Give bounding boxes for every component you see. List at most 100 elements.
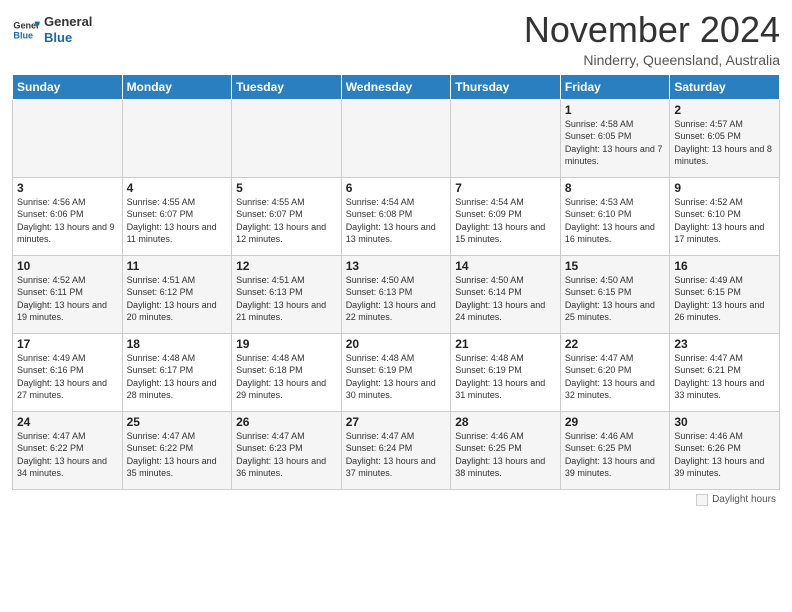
day-info: Sunrise: 4:47 AM Sunset: 6:20 PM Dayligh…: [565, 352, 666, 402]
day-number: 6: [346, 181, 447, 195]
calendar-week-2: 3Sunrise: 4:56 AM Sunset: 6:06 PM Daylig…: [13, 177, 780, 255]
day-number: 26: [236, 415, 337, 429]
day-number: 4: [127, 181, 228, 195]
logo-text-blue: Blue: [44, 30, 92, 46]
day-info: Sunrise: 4:47 AM Sunset: 6:22 PM Dayligh…: [127, 430, 228, 480]
weekday-header-row: Sunday Monday Tuesday Wednesday Thursday…: [13, 74, 780, 99]
day-info: Sunrise: 4:50 AM Sunset: 6:15 PM Dayligh…: [565, 274, 666, 324]
day-info: Sunrise: 4:47 AM Sunset: 6:22 PM Dayligh…: [17, 430, 118, 480]
day-number: 17: [17, 337, 118, 351]
day-number: 19: [236, 337, 337, 351]
calendar-body: 1Sunrise: 4:58 AM Sunset: 6:05 PM Daylig…: [13, 99, 780, 489]
day-info: Sunrise: 4:47 AM Sunset: 6:24 PM Dayligh…: [346, 430, 447, 480]
day-info: Sunrise: 4:46 AM Sunset: 6:25 PM Dayligh…: [565, 430, 666, 480]
day-number: 5: [236, 181, 337, 195]
calendar-cell: 23Sunrise: 4:47 AM Sunset: 6:21 PM Dayli…: [670, 333, 780, 411]
day-info: Sunrise: 4:52 AM Sunset: 6:11 PM Dayligh…: [17, 274, 118, 324]
day-number: 24: [17, 415, 118, 429]
day-info: Sunrise: 4:47 AM Sunset: 6:21 PM Dayligh…: [674, 352, 775, 402]
calendar-cell: [122, 99, 232, 177]
logo-icon: General Blue: [12, 16, 40, 44]
calendar-table: Sunday Monday Tuesday Wednesday Thursday…: [12, 74, 780, 490]
calendar-cell: 14Sunrise: 4:50 AM Sunset: 6:14 PM Dayli…: [451, 255, 561, 333]
calendar-cell: 16Sunrise: 4:49 AM Sunset: 6:15 PM Dayli…: [670, 255, 780, 333]
calendar-cell: 7Sunrise: 4:54 AM Sunset: 6:09 PM Daylig…: [451, 177, 561, 255]
day-info: Sunrise: 4:51 AM Sunset: 6:13 PM Dayligh…: [236, 274, 337, 324]
day-number: 7: [455, 181, 556, 195]
day-number: 8: [565, 181, 666, 195]
calendar-cell: 25Sunrise: 4:47 AM Sunset: 6:22 PM Dayli…: [122, 411, 232, 489]
calendar-cell: 3Sunrise: 4:56 AM Sunset: 6:06 PM Daylig…: [13, 177, 123, 255]
calendar-week-1: 1Sunrise: 4:58 AM Sunset: 6:05 PM Daylig…: [13, 99, 780, 177]
calendar-cell: 2Sunrise: 4:57 AM Sunset: 6:05 PM Daylig…: [670, 99, 780, 177]
day-number: 30: [674, 415, 775, 429]
day-info: Sunrise: 4:50 AM Sunset: 6:14 PM Dayligh…: [455, 274, 556, 324]
calendar-cell: 15Sunrise: 4:50 AM Sunset: 6:15 PM Dayli…: [560, 255, 670, 333]
calendar-cell: 13Sunrise: 4:50 AM Sunset: 6:13 PM Dayli…: [341, 255, 451, 333]
footer: Daylight hours: [12, 494, 780, 506]
header-tuesday: Tuesday: [232, 74, 342, 99]
calendar-cell: 11Sunrise: 4:51 AM Sunset: 6:12 PM Dayli…: [122, 255, 232, 333]
day-number: 16: [674, 259, 775, 273]
calendar-cell: 5Sunrise: 4:55 AM Sunset: 6:07 PM Daylig…: [232, 177, 342, 255]
header-wednesday: Wednesday: [341, 74, 451, 99]
day-number: 29: [565, 415, 666, 429]
day-info: Sunrise: 4:46 AM Sunset: 6:25 PM Dayligh…: [455, 430, 556, 480]
day-number: 21: [455, 337, 556, 351]
page-container: General Blue General Blue November 2024 …: [0, 0, 792, 514]
day-info: Sunrise: 4:50 AM Sunset: 6:13 PM Dayligh…: [346, 274, 447, 324]
day-info: Sunrise: 4:49 AM Sunset: 6:15 PM Dayligh…: [674, 274, 775, 324]
calendar-cell: 6Sunrise: 4:54 AM Sunset: 6:08 PM Daylig…: [341, 177, 451, 255]
calendar-cell: 29Sunrise: 4:46 AM Sunset: 6:25 PM Dayli…: [560, 411, 670, 489]
day-info: Sunrise: 4:46 AM Sunset: 6:26 PM Dayligh…: [674, 430, 775, 480]
day-number: 12: [236, 259, 337, 273]
calendar-cell: 10Sunrise: 4:52 AM Sunset: 6:11 PM Dayli…: [13, 255, 123, 333]
day-info: Sunrise: 4:52 AM Sunset: 6:10 PM Dayligh…: [674, 196, 775, 246]
day-number: 3: [17, 181, 118, 195]
calendar-cell: 12Sunrise: 4:51 AM Sunset: 6:13 PM Dayli…: [232, 255, 342, 333]
calendar-cell: 18Sunrise: 4:48 AM Sunset: 6:17 PM Dayli…: [122, 333, 232, 411]
calendar-cell: [232, 99, 342, 177]
day-info: Sunrise: 4:48 AM Sunset: 6:19 PM Dayligh…: [455, 352, 556, 402]
day-info: Sunrise: 4:49 AM Sunset: 6:16 PM Dayligh…: [17, 352, 118, 402]
logo: General Blue General Blue: [12, 14, 92, 45]
calendar-cell: 27Sunrise: 4:47 AM Sunset: 6:24 PM Dayli…: [341, 411, 451, 489]
calendar-cell: 28Sunrise: 4:46 AM Sunset: 6:25 PM Dayli…: [451, 411, 561, 489]
day-number: 2: [674, 103, 775, 117]
day-number: 1: [565, 103, 666, 117]
day-info: Sunrise: 4:58 AM Sunset: 6:05 PM Dayligh…: [565, 118, 666, 168]
calendar-cell: 8Sunrise: 4:53 AM Sunset: 6:10 PM Daylig…: [560, 177, 670, 255]
day-number: 9: [674, 181, 775, 195]
day-info: Sunrise: 4:48 AM Sunset: 6:19 PM Dayligh…: [346, 352, 447, 402]
title-block: November 2024 Ninderry, Queensland, Aust…: [524, 10, 780, 68]
calendar-cell: 24Sunrise: 4:47 AM Sunset: 6:22 PM Dayli…: [13, 411, 123, 489]
calendar-cell: 9Sunrise: 4:52 AM Sunset: 6:10 PM Daylig…: [670, 177, 780, 255]
calendar-cell: 4Sunrise: 4:55 AM Sunset: 6:07 PM Daylig…: [122, 177, 232, 255]
svg-text:Blue: Blue: [13, 30, 33, 40]
calendar-week-4: 17Sunrise: 4:49 AM Sunset: 6:16 PM Dayli…: [13, 333, 780, 411]
day-info: Sunrise: 4:56 AM Sunset: 6:06 PM Dayligh…: [17, 196, 118, 246]
header: General Blue General Blue November 2024 …: [12, 10, 780, 68]
calendar-cell: 17Sunrise: 4:49 AM Sunset: 6:16 PM Dayli…: [13, 333, 123, 411]
day-info: Sunrise: 4:53 AM Sunset: 6:10 PM Dayligh…: [565, 196, 666, 246]
day-info: Sunrise: 4:55 AM Sunset: 6:07 PM Dayligh…: [127, 196, 228, 246]
day-info: Sunrise: 4:48 AM Sunset: 6:17 PM Dayligh…: [127, 352, 228, 402]
day-number: 15: [565, 259, 666, 273]
calendar-cell: [341, 99, 451, 177]
header-saturday: Saturday: [670, 74, 780, 99]
day-number: 20: [346, 337, 447, 351]
day-info: Sunrise: 4:54 AM Sunset: 6:08 PM Dayligh…: [346, 196, 447, 246]
day-info: Sunrise: 4:55 AM Sunset: 6:07 PM Dayligh…: [236, 196, 337, 246]
header-friday: Friday: [560, 74, 670, 99]
month-title: November 2024: [524, 10, 780, 50]
day-info: Sunrise: 4:48 AM Sunset: 6:18 PM Dayligh…: [236, 352, 337, 402]
calendar-cell: 19Sunrise: 4:48 AM Sunset: 6:18 PM Dayli…: [232, 333, 342, 411]
legend-box: [696, 494, 708, 506]
day-number: 25: [127, 415, 228, 429]
logo-text-general: General: [44, 14, 92, 30]
day-number: 22: [565, 337, 666, 351]
day-info: Sunrise: 4:54 AM Sunset: 6:09 PM Dayligh…: [455, 196, 556, 246]
day-info: Sunrise: 4:47 AM Sunset: 6:23 PM Dayligh…: [236, 430, 337, 480]
header-thursday: Thursday: [451, 74, 561, 99]
day-number: 10: [17, 259, 118, 273]
